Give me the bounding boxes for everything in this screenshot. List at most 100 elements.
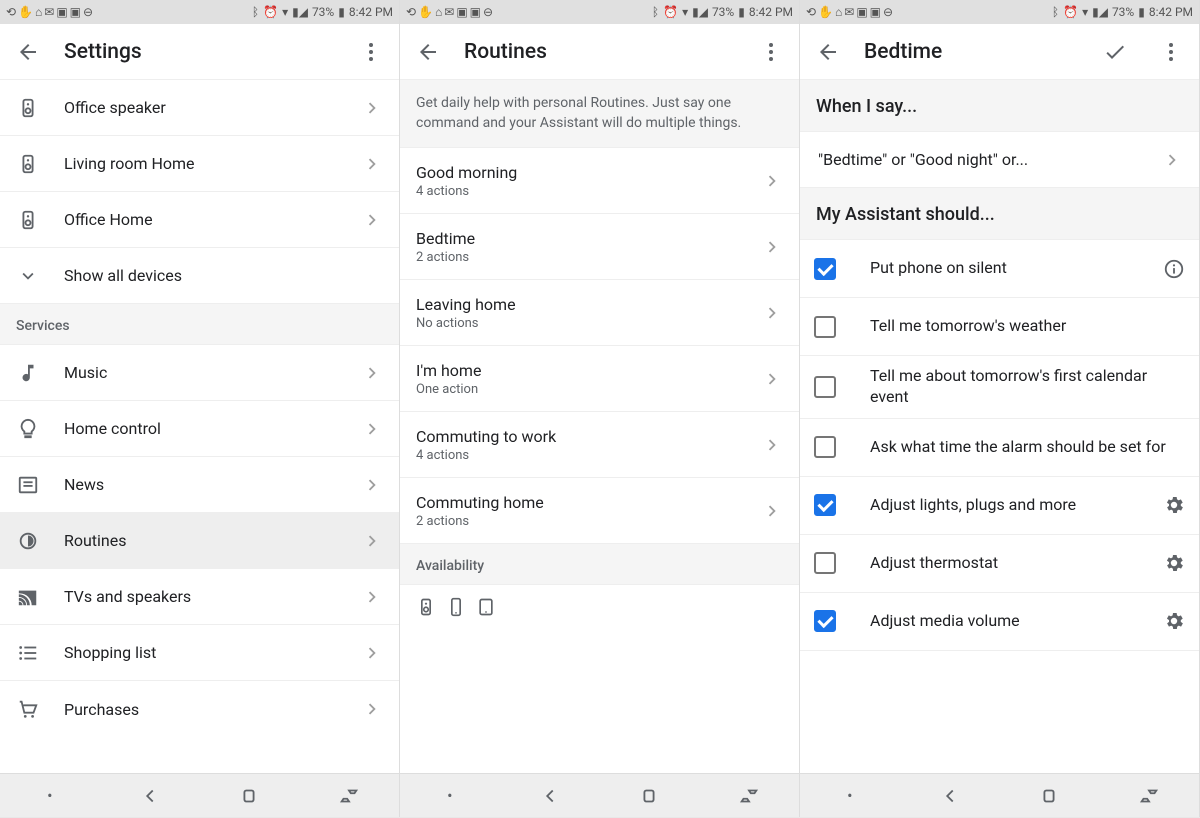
bt-icon: ᛒ	[252, 5, 259, 19]
status-bar: ⟲✋⌂✉▣▣⊖ ᛒ ⏰ ▾ ▮◢ 73% ▮ 8:42 PM	[0, 0, 399, 24]
status-bar: ⟲✋⌂✉▣▣⊖ ᛒ⏰▾▮◢ 73%▮ 8:42 PM	[400, 0, 799, 24]
back-button[interactable]	[8, 32, 48, 72]
nav-back[interactable]	[120, 774, 180, 818]
service-news[interactable]: News	[0, 457, 399, 513]
overflow-menu-button[interactable]	[751, 32, 791, 72]
nav-home[interactable]	[219, 774, 279, 818]
action-calendar: Tell me about tomorrow's first calendar …	[800, 356, 1199, 419]
screen-settings: ⟲✋⌂✉▣▣⊖ ᛒ ⏰ ▾ ▮◢ 73% ▮ 8:42 PM Settings …	[0, 0, 400, 817]
app-bar: Routines	[400, 24, 799, 80]
back-button[interactable]	[408, 32, 448, 72]
chevron-right-icon	[361, 362, 383, 384]
device-label: Office speaker	[64, 98, 337, 117]
chevron-right-icon	[361, 418, 383, 440]
chevron-right-icon	[361, 153, 383, 175]
service-home-control[interactable]: Home control	[0, 401, 399, 457]
nav-dot[interactable]: •	[20, 774, 80, 818]
service-label: Purchases	[64, 700, 337, 719]
settings-button[interactable]	[1163, 610, 1185, 632]
routines-description: Get daily help with personal Routines. J…	[400, 80, 799, 148]
nav-recents[interactable]	[1119, 774, 1179, 818]
show-all-devices[interactable]: Show all devices	[0, 248, 399, 304]
settings-button[interactable]	[1163, 552, 1185, 574]
back-button[interactable]	[808, 32, 848, 72]
routine-commuting-work[interactable]: Commuting to work 4 actions	[400, 412, 799, 478]
service-label: Routines	[64, 531, 337, 550]
trigger-phrase-row[interactable]: "Bedtime" or "Good night" or...	[800, 132, 1199, 188]
service-shopping-list[interactable]: Shopping list	[0, 625, 399, 681]
nav-dot[interactable]: •	[820, 774, 880, 818]
nav-home[interactable]	[1019, 774, 1079, 818]
action-label: Ask what time the alarm should be set fo…	[856, 437, 1185, 458]
routine-good-morning[interactable]: Good morning 4 actions	[400, 148, 799, 214]
music-icon	[16, 361, 40, 385]
nav-dot[interactable]: •	[420, 774, 480, 818]
cast-icon	[16, 585, 40, 609]
save-button[interactable]	[1095, 32, 1135, 72]
list-icon	[16, 641, 40, 665]
checkbox-thermostat[interactable]	[814, 552, 836, 574]
service-label: News	[64, 475, 337, 494]
service-tvs-speakers[interactable]: TVs and speakers	[0, 569, 399, 625]
nav-recents[interactable]	[319, 774, 379, 818]
speaker-icon	[416, 597, 436, 617]
tablet-icon	[476, 597, 496, 617]
service-music[interactable]: Music	[0, 345, 399, 401]
device-living-room-home[interactable]: Living room Home	[0, 136, 399, 192]
status-left-icons: ⟲✋⌂✉▣▣⊖	[806, 5, 893, 19]
action-alarm: Ask what time the alarm should be set fo…	[800, 419, 1199, 477]
availability-header: Availability	[400, 544, 799, 585]
action-silent: Put phone on silent	[800, 240, 1199, 298]
status-left-icons: ⟲✋⌂✉▣▣⊖	[406, 5, 493, 19]
speaker-icon	[16, 96, 40, 120]
info-icon	[1163, 258, 1185, 280]
more-vert-icon	[1159, 40, 1183, 64]
chevron-right-icon	[761, 170, 783, 192]
checkbox-silent[interactable]	[814, 258, 836, 280]
routine-name: Commuting to work	[416, 427, 761, 446]
phone-icon	[446, 597, 466, 617]
routine-leaving-home[interactable]: Leaving home No actions	[400, 280, 799, 346]
status-right: ᛒ ⏰ ▾ ▮◢ 73% ▮ 8:42 PM	[252, 5, 393, 19]
routine-commuting-home[interactable]: Commuting home 2 actions	[400, 478, 799, 544]
routine-actions: 4 actions	[416, 184, 761, 199]
checkbox-alarm[interactable]	[814, 436, 836, 458]
settings-content: Office speaker Living room Home Office H…	[0, 80, 399, 773]
nav-back[interactable]	[920, 774, 980, 818]
show-all-label: Show all devices	[64, 266, 383, 285]
news-icon	[16, 473, 40, 497]
routine-name: Bedtime	[416, 229, 761, 248]
routine-name: Leaving home	[416, 295, 761, 314]
gear-icon	[1163, 610, 1185, 632]
action-label: Adjust media volume	[856, 611, 1143, 632]
clock-text: 8:42 PM	[749, 5, 793, 19]
chevron-right-icon	[761, 434, 783, 456]
routine-name: I'm home	[416, 361, 761, 380]
routine-im-home[interactable]: I'm home One action	[400, 346, 799, 412]
nav-back[interactable]	[520, 774, 580, 818]
service-purchases[interactable]: Purchases	[0, 681, 399, 737]
chevron-right-icon	[761, 302, 783, 324]
screen-bedtime: ⟲✋⌂✉▣▣⊖ ᛒ⏰▾▮◢ 73%▮ 8:42 PM Bedtime When …	[800, 0, 1200, 817]
device-office-home[interactable]: Office Home	[0, 192, 399, 248]
checkbox-calendar[interactable]	[814, 376, 836, 398]
info-button[interactable]	[1163, 258, 1185, 280]
routine-actions: No actions	[416, 316, 761, 331]
checkbox-weather[interactable]	[814, 316, 836, 338]
routine-bedtime[interactable]: Bedtime 2 actions	[400, 214, 799, 280]
battery-icon: ▮	[338, 5, 345, 19]
checkbox-volume[interactable]	[814, 610, 836, 632]
bedtime-content: When I say... "Bedtime" or "Good night" …	[800, 80, 1199, 773]
checkbox-lights[interactable]	[814, 494, 836, 516]
status-right: ᛒ⏰▾▮◢ 73%▮ 8:42 PM	[652, 5, 793, 19]
device-office-speaker[interactable]: Office speaker	[0, 80, 399, 136]
device-label: Office Home	[64, 210, 337, 229]
nav-recents[interactable]	[719, 774, 779, 818]
battery-text: 73%	[712, 5, 734, 19]
overflow-menu-button[interactable]	[351, 32, 391, 72]
nav-home[interactable]	[619, 774, 679, 818]
gear-icon	[1163, 494, 1185, 516]
settings-button[interactable]	[1163, 494, 1185, 516]
overflow-menu-button[interactable]	[1151, 32, 1191, 72]
service-routines[interactable]: Routines	[0, 513, 399, 569]
